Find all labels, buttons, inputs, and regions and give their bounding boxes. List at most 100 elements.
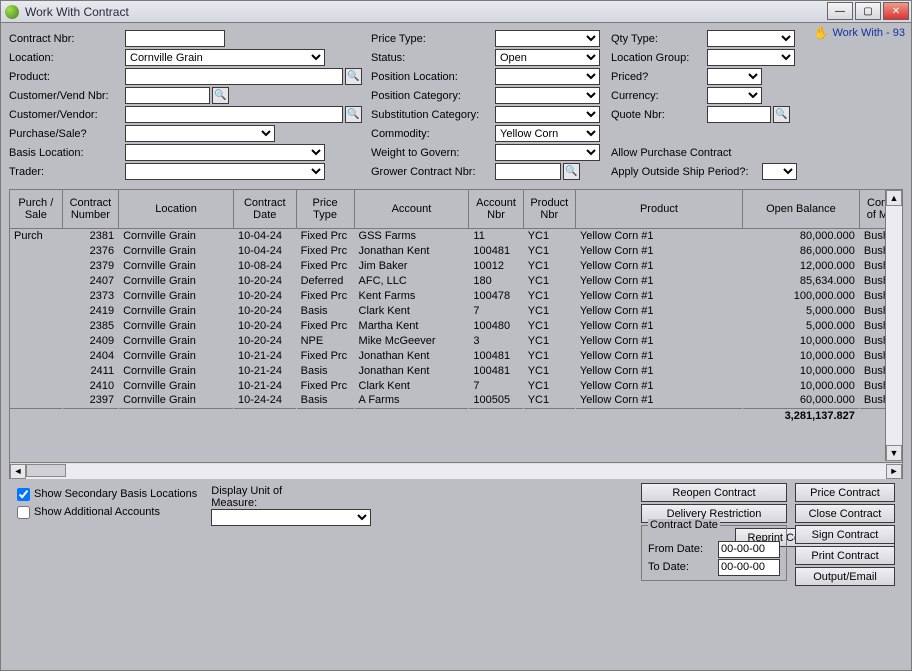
column-header[interactable]: Open Balance bbox=[742, 190, 859, 228]
table-cell: Yellow Corn #1 bbox=[575, 258, 742, 273]
substitution-category-select[interactable] bbox=[495, 106, 600, 123]
table-cell bbox=[10, 393, 62, 408]
table-cell: Mike McGeever bbox=[354, 333, 469, 348]
table-cell bbox=[10, 318, 62, 333]
table-cell: 80,000.000 bbox=[742, 228, 859, 243]
grid-horizontal-scrollbar[interactable]: ◄ ► bbox=[10, 462, 902, 479]
reopen-contract-button[interactable]: Reopen Contract bbox=[641, 483, 787, 502]
print-contract-button[interactable]: Print Contract bbox=[795, 546, 895, 565]
sign-contract-button[interactable]: Sign Contract bbox=[795, 525, 895, 544]
table-cell: YC1 bbox=[523, 363, 575, 378]
scroll-right-icon[interactable]: ► bbox=[886, 464, 902, 479]
price-type-label: Price Type: bbox=[371, 33, 495, 45]
table-cell: 100478 bbox=[469, 288, 523, 303]
scroll-up-icon[interactable]: ▲ bbox=[886, 190, 902, 206]
column-header[interactable]: Location bbox=[119, 190, 234, 228]
apply-outside-ship-label: Apply Outside Ship Period?: bbox=[611, 166, 762, 178]
table-cell: YC1 bbox=[523, 243, 575, 258]
weight-to-govern-select[interactable] bbox=[495, 144, 600, 161]
display-uom-label: Display Unit ofMeasure: bbox=[211, 485, 371, 509]
table-cell: Fixed Prc bbox=[296, 228, 354, 243]
table-row[interactable]: 2376Cornville Grain10-04-24Fixed PrcJona… bbox=[10, 243, 902, 258]
table-row[interactable]: 2379Cornville Grain10-08-24Fixed PrcJim … bbox=[10, 258, 902, 273]
trader-label: Trader: bbox=[9, 166, 125, 178]
status-select[interactable]: Open bbox=[495, 49, 600, 66]
table-row[interactable]: Purch2381Cornville Grain10-04-24Fixed Pr… bbox=[10, 228, 902, 243]
output-email-button[interactable]: Output/Email bbox=[795, 567, 895, 586]
column-header[interactable]: Purch /Sale bbox=[10, 190, 62, 228]
table-cell: Yellow Corn #1 bbox=[575, 303, 742, 318]
column-header[interactable]: Account bbox=[354, 190, 469, 228]
table-cell: 10,000.000 bbox=[742, 378, 859, 393]
to-date-input[interactable] bbox=[718, 559, 780, 576]
table-row[interactable]: 2407Cornville Grain10-20-24DeferredAFC, … bbox=[10, 273, 902, 288]
contract-nbr-input[interactable] bbox=[125, 30, 225, 47]
display-uom-select[interactable] bbox=[211, 509, 371, 526]
product-lookup-button[interactable]: 🔍 bbox=[345, 68, 362, 85]
table-row[interactable]: 2411Cornville Grain10-21-24BasisJonathan… bbox=[10, 363, 902, 378]
basis-location-select[interactable] bbox=[125, 144, 325, 161]
table-row[interactable]: 2373Cornville Grain10-20-24Fixed PrcKent… bbox=[10, 288, 902, 303]
table-row[interactable]: 2385Cornville Grain10-20-24Fixed PrcMart… bbox=[10, 318, 902, 333]
position-location-select[interactable] bbox=[495, 68, 600, 85]
quote-nbr-input[interactable] bbox=[707, 106, 771, 123]
table-cell: 10,000.000 bbox=[742, 333, 859, 348]
table-cell: GSS Farms bbox=[354, 228, 469, 243]
grid-vertical-scrollbar[interactable]: ▲ ▼ bbox=[885, 190, 902, 461]
table-cell: Clark Kent bbox=[354, 303, 469, 318]
customer-vendor-lookup-button[interactable]: 🔍 bbox=[345, 106, 362, 123]
column-header[interactable]: AccountNbr bbox=[469, 190, 523, 228]
table-row[interactable]: 2404Cornville Grain10-21-24Fixed PrcJona… bbox=[10, 348, 902, 363]
scroll-down-icon[interactable]: ▼ bbox=[886, 445, 902, 461]
close-contract-button[interactable]: Close Contract bbox=[795, 504, 895, 523]
show-additional-accounts-checkbox[interactable] bbox=[17, 506, 30, 519]
column-header[interactable]: ContractDate bbox=[233, 190, 296, 228]
priced-select[interactable] bbox=[707, 68, 762, 85]
cust-vend-nbr-input[interactable] bbox=[125, 87, 210, 104]
column-header[interactable]: Product bbox=[575, 190, 742, 228]
scroll-left-icon[interactable]: ◄ bbox=[10, 464, 26, 479]
position-category-select[interactable] bbox=[495, 87, 600, 104]
table-cell: Yellow Corn #1 bbox=[575, 333, 742, 348]
table-cell: AFC, LLC bbox=[354, 273, 469, 288]
table-row[interactable]: 2409Cornville Grain10-20-24NPEMike McGee… bbox=[10, 333, 902, 348]
column-header[interactable]: ProductNbr bbox=[523, 190, 575, 228]
status-label: Status: bbox=[371, 52, 495, 64]
trader-select[interactable] bbox=[125, 163, 325, 180]
grower-contract-nbr-input[interactable] bbox=[495, 163, 561, 180]
show-secondary-basis-checkbox[interactable] bbox=[17, 488, 30, 501]
location-select[interactable]: Cornville Grain bbox=[125, 49, 325, 66]
scroll-thumb[interactable] bbox=[26, 464, 66, 477]
product-input[interactable] bbox=[125, 68, 343, 85]
grower-contract-nbr-lookup-button[interactable]: 🔍 bbox=[563, 163, 580, 180]
from-date-input[interactable] bbox=[718, 541, 780, 558]
table-cell: Jim Baker bbox=[354, 258, 469, 273]
close-button[interactable]: ✕ bbox=[883, 2, 909, 20]
column-header[interactable]: ContractNumber bbox=[62, 190, 118, 228]
column-header[interactable]: PriceType bbox=[296, 190, 354, 228]
maximize-button[interactable]: ▢ bbox=[855, 2, 881, 20]
price-type-select[interactable] bbox=[495, 30, 600, 47]
table-cell: Basis bbox=[296, 363, 354, 378]
priced-label: Priced? bbox=[611, 71, 707, 83]
currency-select[interactable] bbox=[707, 87, 762, 104]
table-cell: 85,634.000 bbox=[742, 273, 859, 288]
table-cell: 2373 bbox=[62, 288, 118, 303]
customer-vendor-input[interactable] bbox=[125, 106, 343, 123]
qty-type-select[interactable] bbox=[707, 30, 795, 47]
price-contract-button[interactable]: Price Contract bbox=[795, 483, 895, 502]
purchase-sale-select[interactable] bbox=[125, 125, 275, 142]
table-cell: Jonathan Kent bbox=[354, 348, 469, 363]
table-row[interactable]: 2397Cornville Grain10-24-24BasisA Farms1… bbox=[10, 393, 902, 408]
commodity-select[interactable]: Yellow Corn bbox=[495, 125, 600, 142]
table-row[interactable]: 2410Cornville Grain10-21-24Fixed PrcClar… bbox=[10, 378, 902, 393]
table-cell: Martha Kent bbox=[354, 318, 469, 333]
quote-nbr-lookup-button[interactable]: 🔍 bbox=[773, 106, 790, 123]
table-cell: Yellow Corn #1 bbox=[575, 288, 742, 303]
table-cell: YC1 bbox=[523, 318, 575, 333]
table-row[interactable]: 2419Cornville Grain10-20-24BasisClark Ke… bbox=[10, 303, 902, 318]
cust-vend-nbr-lookup-button[interactable]: 🔍 bbox=[212, 87, 229, 104]
minimize-button[interactable]: — bbox=[827, 2, 853, 20]
location-group-select[interactable] bbox=[707, 49, 795, 66]
apply-outside-ship-select[interactable] bbox=[762, 163, 797, 180]
